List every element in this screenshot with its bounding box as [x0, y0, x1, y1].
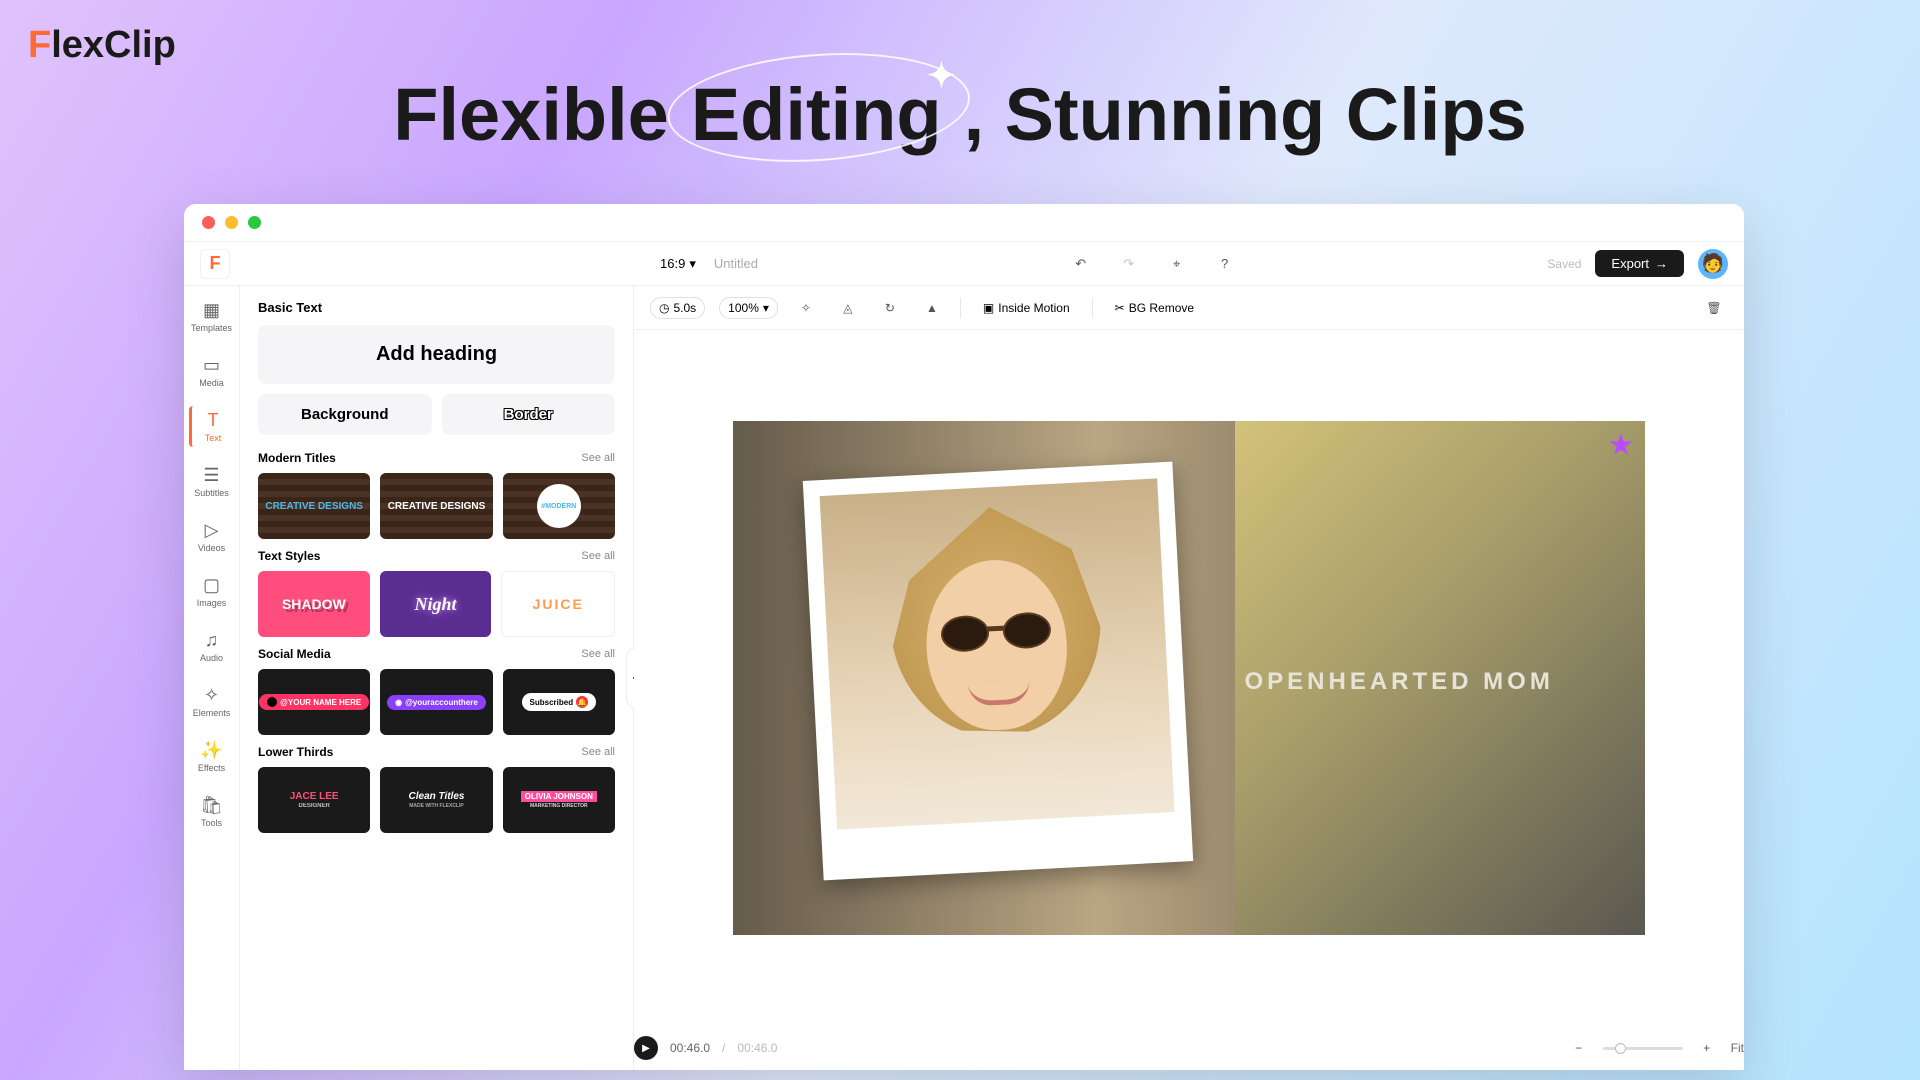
canvas-area: ‹ ◷5.0s 100%▾ ✧ ◬ ↻ ▲ ▣Inside Motion ✂BG…	[634, 286, 1744, 1070]
template-juice[interactable]: JUICE	[501, 571, 615, 637]
section-styles-title: Text Styles	[258, 549, 320, 563]
magic-icon[interactable]: ✧	[792, 294, 820, 322]
scissors-icon: ✂	[1115, 301, 1125, 315]
export-button[interactable]: Export→	[1595, 250, 1684, 277]
nav-templates[interactable]: ▦Templates	[191, 296, 233, 337]
border-style-button[interactable]: Border	[442, 394, 616, 435]
videos-icon: ▷	[205, 520, 219, 541]
motion-icon: ▣	[983, 301, 994, 315]
template-modern[interactable]: #MODERN	[503, 473, 615, 539]
help-icon[interactable]: ?	[1211, 250, 1239, 278]
window-titlebar	[184, 204, 1744, 242]
polaroid-photo[interactable]	[803, 462, 1193, 881]
nav-videos[interactable]: ▷Videos	[191, 516, 233, 557]
tools-icon: 🛍	[200, 795, 223, 816]
background-style-button[interactable]: Background	[258, 394, 432, 435]
see-all-lower[interactable]: See all	[581, 746, 615, 758]
templates-icon: ▦	[203, 300, 220, 321]
overlay-text[interactable]: OPENHEARTED MOM	[1244, 668, 1553, 696]
focus-icon[interactable]: ⌖	[1163, 250, 1191, 278]
close-icon[interactable]	[202, 216, 215, 229]
zoom-out-button[interactable]: −	[1565, 1034, 1593, 1062]
add-heading-button[interactable]: Add heading	[258, 325, 615, 384]
template-creative-1[interactable]: CREATIVE DESIGNS	[258, 473, 370, 539]
nav-effects[interactable]: ✨Effects	[191, 736, 233, 777]
template-night[interactable]: Night	[380, 571, 492, 637]
headline: Flexible Editing✦ , Stunning Clips	[393, 72, 1526, 157]
playback-bar: ▶ 00:46.0 / 00:46.0 − + Fit	[634, 1026, 1744, 1070]
fit-button[interactable]: Fit	[1731, 1041, 1744, 1055]
template-clean[interactable]: Clean TitlesMADE WITH FLEXCLIP	[380, 767, 492, 833]
nav-media[interactable]: ▭Media	[191, 351, 233, 392]
bell-icon: 🔔	[576, 696, 588, 708]
nav-audio[interactable]: ♫Audio	[191, 626, 233, 667]
maximize-icon[interactable]	[248, 216, 261, 229]
template-tiktok[interactable]: @YOUR NAME HERE	[258, 669, 370, 735]
media-icon: ▭	[203, 355, 220, 376]
sparkle-icon: ✦	[927, 56, 956, 96]
zoom-control[interactable]: 100%▾	[719, 297, 778, 319]
tiktok-icon	[267, 697, 277, 707]
flip-icon[interactable]: ▲	[918, 294, 946, 322]
nav-subtitles[interactable]: ☰Subtitles	[191, 461, 233, 502]
chevron-down-icon: ▾	[763, 301, 769, 315]
project-title[interactable]: Untitled	[714, 256, 758, 271]
bg-remove-button[interactable]: ✂BG Remove	[1107, 298, 1202, 318]
time-total: 00:46.0	[737, 1041, 777, 1055]
section-social-title: Social Media	[258, 647, 331, 661]
see-all-styles[interactable]: See all	[581, 550, 615, 562]
see-all-social[interactable]: See all	[581, 648, 615, 660]
aspect-ratio-selector[interactable]: 16:9 ▾	[660, 256, 696, 272]
elements-icon: ✧	[204, 685, 219, 706]
template-instagram[interactable]: ◉@youraccounthere	[380, 669, 492, 735]
subtitles-icon: ☰	[203, 465, 219, 486]
brand-icon[interactable]: F	[200, 249, 230, 279]
template-jace[interactable]: JACE LEEDESIGNER	[258, 767, 370, 833]
section-modern-title: Modern Titles	[258, 451, 336, 465]
zoom-in-button[interactable]: +	[1693, 1034, 1721, 1062]
see-all-modern[interactable]: See all	[581, 452, 615, 464]
duration-control[interactable]: ◷5.0s	[650, 297, 705, 319]
undo-button[interactable]: ↶	[1067, 250, 1095, 278]
nav-elements[interactable]: ✧Elements	[191, 681, 233, 722]
images-icon: ▢	[203, 575, 220, 596]
arrow-right-icon: →	[1655, 256, 1668, 271]
nav-images[interactable]: ▢Images	[191, 571, 233, 612]
template-olivia[interactable]: OLIVIA JOHNSONMARKETING DIRECTOR	[503, 767, 615, 833]
redo-button[interactable]: ↷	[1115, 250, 1143, 278]
editor-window: F 16:9 ▾ Untitled ↶ ↷ ⌖ ? Saved Export→ …	[184, 204, 1744, 1070]
audio-icon: ♫	[205, 630, 219, 651]
avatar[interactable]: 🧑	[1698, 249, 1728, 279]
canvas[interactable]: OPENHEARTED MOM	[634, 330, 1744, 1026]
section-lower-title: Lower Thirds	[258, 745, 333, 759]
template-shadow[interactable]: SHADOW	[258, 571, 370, 637]
saved-status: Saved	[1547, 257, 1581, 271]
time-current: 00:46.0	[670, 1041, 710, 1055]
delete-button[interactable]: 🗑	[1700, 294, 1728, 322]
effects-icon: ✨	[200, 740, 222, 761]
text-panel: Basic Text Add heading Background Border…	[240, 286, 634, 1070]
template-subscribed[interactable]: Subscribed🔔	[503, 669, 615, 735]
canvas-toolbar: ◷5.0s 100%▾ ✧ ◬ ↻ ▲ ▣Inside Motion ✂BG R…	[634, 286, 1744, 330]
nav-tools[interactable]: 🛍Tools	[191, 791, 233, 832]
nav-text[interactable]: TText	[189, 406, 231, 447]
play-button[interactable]: ▶	[634, 1036, 658, 1060]
chevron-down-icon: ▾	[689, 256, 696, 272]
template-creative-2[interactable]: CREATIVE DESIGNS	[380, 473, 492, 539]
inside-motion-button[interactable]: ▣Inside Motion	[975, 298, 1078, 318]
app-logo: FlexClip	[28, 24, 176, 67]
video-preview[interactable]: OPENHEARTED MOM	[733, 421, 1645, 935]
text-icon: T	[208, 410, 219, 431]
rotate-icon[interactable]: ↻	[876, 294, 904, 322]
minimize-icon[interactable]	[225, 216, 238, 229]
panel-title: Basic Text	[258, 300, 615, 315]
instagram-icon: ◉	[395, 698, 402, 707]
top-bar: F 16:9 ▾ Untitled ↶ ↷ ⌖ ? Saved Export→ …	[184, 242, 1744, 286]
clock-icon: ◷	[659, 301, 669, 315]
side-nav: ▦Templates ▭Media TText ☰Subtitles ▷Vide…	[184, 286, 240, 1070]
zoom-slider[interactable]	[1603, 1047, 1683, 1050]
filter-icon[interactable]: ◬	[834, 294, 862, 322]
